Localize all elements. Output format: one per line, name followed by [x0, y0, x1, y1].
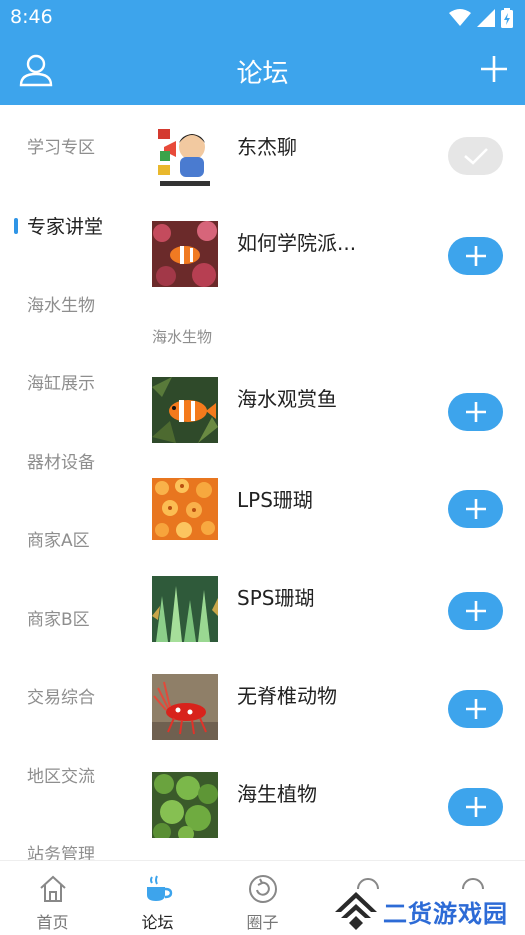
category-sidebar: 学习专区 专家讲堂 海水生物 海缸展示 器材设备 商家A区 商家B区 交易综合 … — [0, 105, 140, 865]
forum-title: 海水观赏鱼 — [237, 387, 337, 411]
forum-row-fish[interactable]: 海水观赏鱼 — [140, 377, 525, 445]
plus-icon — [465, 699, 486, 719]
forum-title: 海生植物 — [237, 782, 317, 806]
watermark-text: 二货游戏园 — [383, 900, 508, 928]
status-icons — [449, 7, 513, 29]
nav-home[interactable]: 首页 — [0, 861, 105, 935]
forum-title: 无脊椎动物 — [237, 684, 337, 708]
cup-icon — [147, 875, 173, 901]
join-button[interactable] — [448, 592, 503, 630]
sidebar-item-study[interactable]: 学习专区 — [0, 115, 140, 175]
join-button[interactable] — [448, 490, 503, 528]
join-button[interactable] — [448, 788, 503, 826]
plus-icon — [465, 601, 486, 621]
forum-title: 东杰聊 — [237, 135, 297, 159]
sidebar-item-label: 海水生物 — [27, 296, 95, 316]
nav-label: 首页 — [36, 913, 69, 932]
sidebar-item-label: 商家B区 — [27, 610, 90, 630]
plus-icon — [465, 797, 486, 817]
sidebar-item-region[interactable]: 地区交流 — [0, 744, 140, 804]
sidebar-item-expert[interactable]: 专家讲堂 — [0, 194, 140, 254]
forum-title: SPS珊瑚 — [237, 586, 315, 610]
section-label: 海水生物 — [152, 328, 213, 346]
forum-thumbnail — [152, 221, 218, 287]
watermark: 二货游戏园 — [333, 888, 523, 932]
join-button[interactable] — [448, 237, 503, 275]
nav-label: 圈子 — [246, 913, 279, 932]
plus-icon — [465, 246, 486, 266]
sidebar-item-label: 器材设备 — [27, 453, 95, 473]
sidebar-item-label: 海缸展示 — [27, 374, 95, 394]
battery-icon — [501, 8, 513, 28]
sidebar-item-merchant-b[interactable]: 商家B区 — [0, 587, 140, 647]
nav-label: 论坛 — [141, 913, 174, 932]
forum-thumbnail — [152, 125, 218, 191]
sidebar-item-label: 商家A区 — [27, 531, 90, 551]
join-button[interactable] — [448, 690, 503, 728]
home-icon — [40, 875, 66, 902]
sidebar-item-equipment[interactable]: 器材设备 — [0, 430, 140, 490]
forum-title: LPS珊瑚 — [237, 488, 313, 512]
joined-button[interactable] — [448, 137, 503, 175]
forum-row-marine-plants[interactable]: 海生植物 — [140, 772, 525, 840]
app-bar: 论坛 — [0, 36, 525, 105]
plus-icon — [481, 56, 507, 82]
sidebar-item-trade[interactable]: 交易综合 — [0, 665, 140, 725]
check-icon — [463, 148, 488, 165]
forum-row-sps-coral[interactable]: SPS珊瑚 — [140, 576, 525, 644]
sidebar-item-marine-life[interactable]: 海水生物 — [0, 273, 140, 333]
forum-row-invertebrates[interactable]: 无脊椎动物 — [140, 674, 525, 742]
sidebar-item-label: 专家讲堂 — [27, 216, 104, 238]
forum-thumbnail — [152, 576, 218, 642]
forum-thumbnail — [152, 674, 218, 740]
forum-title: 如何学院派... — [237, 231, 357, 255]
sidebar-item-tank-show[interactable]: 海缸展示 — [0, 351, 140, 411]
forum-row-academy[interactable]: 如何学院派... — [140, 221, 525, 289]
wifi-icon — [449, 9, 471, 26]
sidebar-item-label: 学习专区 — [27, 138, 95, 158]
forum-thumbnail — [152, 772, 218, 838]
forum-list: 东杰聊 如何学院派... 海水生物 海水观赏鱼 LPS珊瑚 SPS珊瑚 无脊椎动… — [140, 105, 525, 860]
page-title: 论坛 — [236, 59, 289, 89]
status-time: 8:46 — [10, 6, 53, 28]
sidebar-item-merchant-a[interactable]: 商家A区 — [0, 508, 140, 568]
forum-row-lps-coral[interactable]: LPS珊瑚 — [140, 478, 525, 546]
forum-thumbnail — [152, 478, 218, 540]
nav-forum[interactable]: 论坛 — [105, 861, 210, 935]
plus-icon — [465, 402, 486, 422]
status-bar: 8:46 — [0, 0, 525, 36]
sidebar-item-label: 地区交流 — [27, 767, 95, 787]
sidebar-item-label: 交易综合 — [27, 688, 95, 708]
forum-thumbnail — [152, 377, 218, 443]
join-button[interactable] — [448, 393, 503, 431]
nav-circle[interactable]: 圈子 — [210, 861, 315, 935]
plus-icon — [465, 499, 486, 519]
refresh-circle-icon — [249, 875, 277, 903]
forum-row-dongjie[interactable]: 东杰聊 — [140, 125, 525, 193]
active-indicator — [14, 218, 18, 234]
watermark-logo-icon — [335, 892, 377, 930]
signal-icon — [477, 9, 495, 27]
add-button[interactable] — [479, 54, 509, 84]
